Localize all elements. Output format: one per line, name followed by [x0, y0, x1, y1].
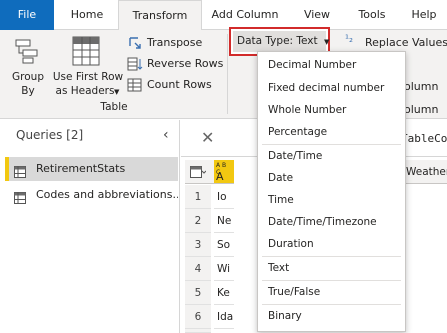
- group-by-label-2: By: [21, 85, 35, 97]
- transpose-button[interactable]: Transpose: [127, 34, 227, 52]
- row-number: 3: [185, 233, 211, 257]
- count-rows-button[interactable]: Count Rows: [127, 76, 227, 94]
- queries-title: Queries [2]: [16, 128, 84, 142]
- query-item-retirementstats[interactable]: RetirementStats: [5, 157, 178, 181]
- menu-item-date-time-timezone[interactable]: Date/Time/Timezone: [268, 212, 377, 232]
- data-type-label: Data Type: Text: [237, 35, 318, 47]
- table-menu-icon: [190, 166, 207, 181]
- reverse-rows-label: Reverse Rows: [147, 57, 224, 70]
- table-cell[interactable]: So: [214, 233, 234, 257]
- transpose-label: Transpose: [147, 36, 203, 49]
- column-header-selected[interactable]: A B C A: [214, 160, 234, 184]
- table-headers-icon: [72, 36, 100, 69]
- transpose-icon: [127, 35, 143, 54]
- count-rows-icon: [127, 77, 143, 96]
- row-number: 5: [185, 281, 211, 305]
- menu-separator: [262, 144, 401, 145]
- tab-help[interactable]: Help: [404, 0, 444, 30]
- query-item-codes[interactable]: Codes and abbreviations...: [5, 183, 178, 207]
- row-number: 6: [185, 305, 211, 329]
- reverse-rows-icon: [127, 56, 143, 75]
- menu-item-decimal-number[interactable]: Decimal Number: [268, 55, 356, 75]
- replace-values-icon: ¹₂: [345, 34, 354, 45]
- tab-tools[interactable]: Tools: [348, 0, 396, 30]
- count-rows-label: Count Rows: [147, 78, 212, 91]
- ribbon-divider: [227, 34, 228, 114]
- data-type-button-body: Data Type: Text ▼: [233, 31, 330, 52]
- menu-item-true-false[interactable]: True/False: [268, 282, 320, 302]
- table-cell[interactable]: Ke: [214, 281, 234, 305]
- group-by-icon: [15, 38, 39, 67]
- query-item-label: RetirementStats: [36, 162, 126, 175]
- data-type-menu: Decimal Number Fixed decimal number Whol…: [257, 51, 406, 332]
- table-cell[interactable]: Ne: [214, 209, 234, 233]
- menu-item-time[interactable]: Time: [268, 190, 294, 210]
- table-cell[interactable]: Io: [214, 185, 234, 209]
- chevron-down-icon: ▼: [114, 88, 120, 96]
- column-label-partial-2: olumn: [404, 103, 439, 116]
- formula-text-partial: TableCo: [401, 132, 447, 145]
- ribbon-tab-bar: File Home Transform Add Column View Tool…: [0, 0, 447, 31]
- queries-pane: Queries [2] ‹ RetirementStats Codes and …: [0, 120, 180, 333]
- table-cell[interactable]: Ida: [214, 305, 234, 329]
- tab-transform[interactable]: Transform: [118, 0, 202, 31]
- use-first-row-label-1: Use First Row: [52, 71, 124, 83]
- column-label-partial-1: olumn: [404, 80, 439, 93]
- group-by-label-1: Group: [12, 71, 44, 83]
- menu-item-fixed-decimal-number[interactable]: Fixed decimal number: [268, 78, 384, 98]
- menu-item-percentage[interactable]: Percentage: [268, 122, 327, 142]
- tab-file[interactable]: File: [0, 0, 54, 30]
- menu-separator: [262, 256, 401, 257]
- selected-bar: [5, 157, 9, 181]
- table-group-label: Table: [100, 101, 128, 113]
- group-by-button[interactable]: Group By: [3, 32, 53, 98]
- cancel-icon[interactable]: ✕: [201, 128, 214, 147]
- menu-separator: [262, 304, 401, 305]
- column-header-weather[interactable]: Weather: [404, 160, 447, 184]
- use-first-row-label-2: as Headers: [55, 85, 115, 97]
- menu-item-text[interactable]: Text: [268, 258, 289, 278]
- row-number: 2: [185, 209, 211, 233]
- chevron-down-icon: ▼: [323, 38, 330, 46]
- collapse-chevron-icon[interactable]: ‹: [163, 127, 169, 143]
- replace-values-button[interactable]: ¹₂ Replace Values: [345, 34, 447, 52]
- table-icon: [14, 163, 26, 181]
- query-item-label: Codes and abbreviations...: [36, 188, 178, 201]
- use-first-row-button[interactable]: Use First Row as Headers ▼: [52, 32, 124, 98]
- table-cell[interactable]: Wi: [214, 257, 234, 281]
- menu-item-date[interactable]: Date: [268, 168, 293, 188]
- grid-corner[interactable]: [185, 160, 214, 184]
- menu-item-binary[interactable]: Binary: [268, 306, 302, 326]
- tab-view[interactable]: View: [294, 0, 340, 30]
- column-header-label: A: [216, 170, 224, 183]
- tab-add-column[interactable]: Add Column: [204, 0, 286, 30]
- row-number: 4: [185, 257, 211, 281]
- menu-item-duration[interactable]: Duration: [268, 234, 314, 254]
- reverse-rows-button[interactable]: Reverse Rows: [127, 55, 227, 73]
- row-number: 1: [185, 185, 211, 209]
- row-number: 7: [185, 329, 211, 333]
- menu-item-date-time[interactable]: Date/Time: [268, 146, 322, 166]
- menu-item-whole-number[interactable]: Whole Number: [268, 100, 346, 120]
- tab-home[interactable]: Home: [58, 0, 116, 30]
- replace-values-label: Replace Values: [365, 36, 447, 49]
- table-icon: [14, 189, 26, 207]
- menu-separator: [262, 280, 401, 281]
